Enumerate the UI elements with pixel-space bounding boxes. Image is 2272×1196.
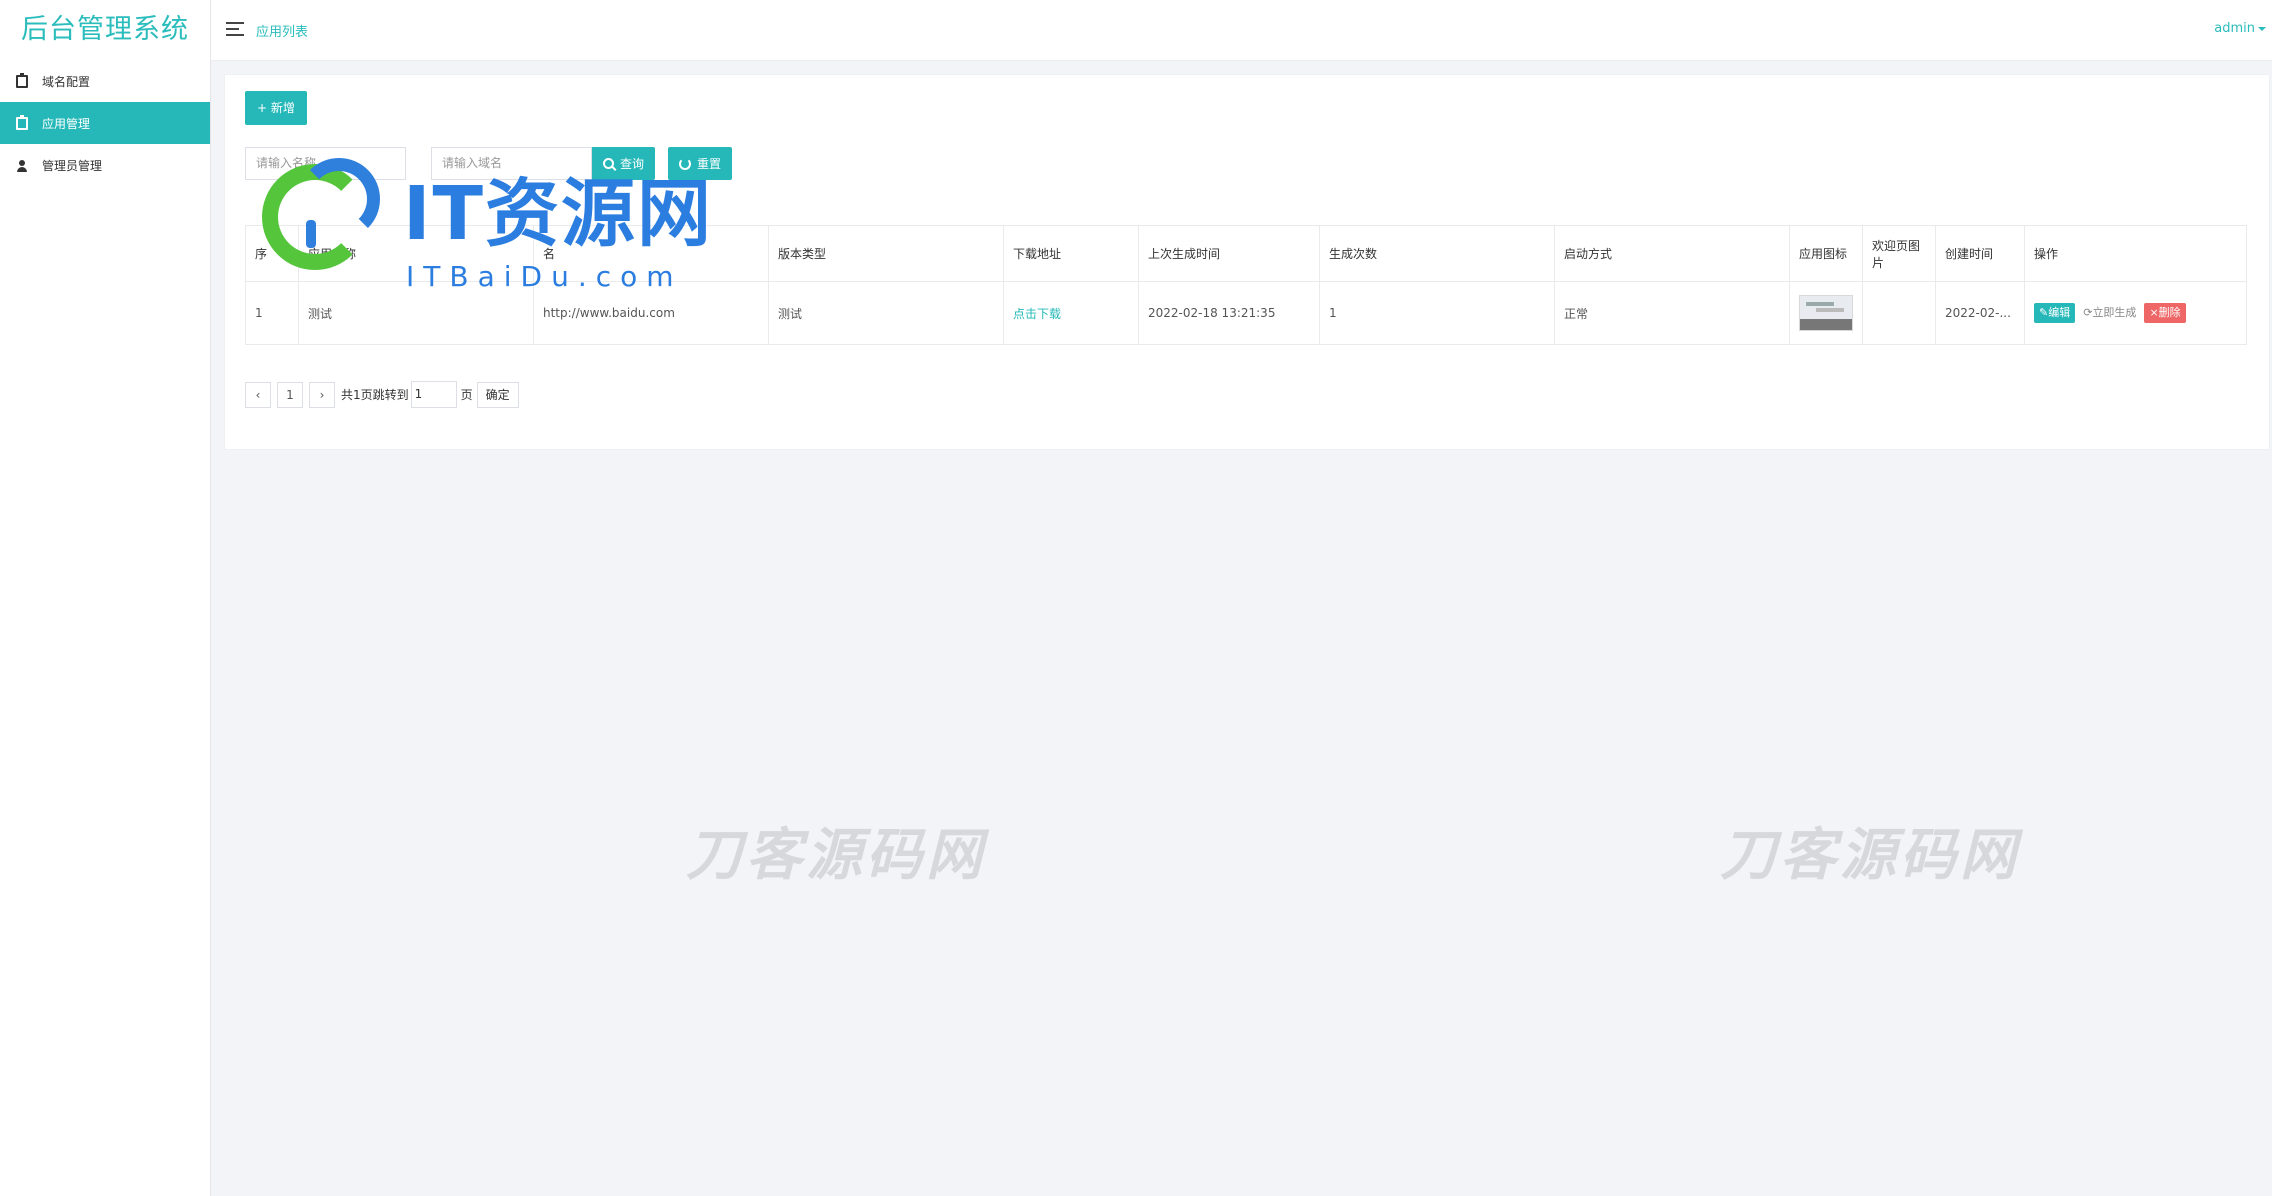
cell-actions: ✎编辑 ⟳立即生成 ×删除	[2024, 281, 2247, 345]
user-icon	[16, 159, 28, 172]
download-link[interactable]: 点击下载	[1013, 307, 1061, 321]
cell-launch-mode: 正常	[1554, 281, 1790, 345]
sidebar: 后台管理系统 域名配置 应用管理 管理员管理	[0, 0, 211, 1196]
watermark-logo: IT资源网 ITBaiDu.com	[258, 158, 748, 300]
col-last-generated: 上次生成时间	[1138, 225, 1320, 282]
page-1-button[interactable]: 1	[277, 381, 303, 408]
cell-download: 点击下载	[1003, 281, 1139, 345]
col-created: 创建时间	[1935, 225, 2025, 282]
menu-toggle-icon[interactable]	[226, 22, 244, 36]
col-launch-mode: 启动方式	[1554, 225, 1790, 282]
username: admin	[2214, 21, 2255, 36]
sidebar-item-domain-config[interactable]: 域名配置	[0, 60, 210, 102]
page-unit: 页	[460, 388, 473, 402]
cell-count: 1	[1319, 281, 1555, 345]
watermark-text: 刀客源码网	[1720, 823, 2020, 888]
pagination: ‹ 1 › 共1页跳转到 1 页 确定	[245, 381, 519, 408]
generate-label: 立即生成	[2092, 306, 2137, 319]
col-count: 生成次数	[1319, 225, 1555, 282]
col-version-type: 版本类型	[768, 225, 1004, 282]
watermark-subtitle: ITBaiDu.com	[406, 260, 683, 293]
caret-down-icon	[2258, 26, 2266, 31]
add-button[interactable]: + 新增	[245, 91, 307, 125]
cell-last-generated: 2022-02-18 13:21:35	[1138, 281, 1320, 345]
top-bar: 应用列表 admin	[211, 0, 2272, 61]
edit-icon: ✎	[2039, 306, 2049, 319]
sidebar-item-label: 应用管理	[42, 116, 91, 131]
logo-bar-icon	[306, 220, 316, 248]
col-welcome-image: 欢迎页图片	[1862, 225, 1936, 282]
col-download: 下载地址	[1003, 225, 1139, 282]
edit-button[interactable]: ✎编辑	[2034, 303, 2076, 323]
breadcrumb[interactable]: 应用列表	[256, 21, 308, 40]
prev-page-button[interactable]: ‹	[245, 381, 271, 408]
col-actions: 操作	[2024, 225, 2247, 282]
clipboard-icon	[16, 114, 28, 130]
sidebar-item-app-management[interactable]: 应用管理	[0, 102, 210, 144]
sidebar-item-label: 域名配置	[42, 74, 91, 89]
clipboard-icon	[16, 72, 28, 88]
goto-confirm-button[interactable]: 确定	[476, 381, 519, 408]
col-app-icon: 应用图标	[1789, 225, 1863, 282]
edit-label: 编辑	[2048, 306, 2071, 319]
next-page-button[interactable]: ›	[309, 381, 335, 408]
watermark-title: IT资源网	[403, 171, 714, 257]
user-menu[interactable]: admin	[2214, 21, 2266, 36]
delete-label: 删除	[2158, 306, 2181, 319]
cell-created: 2022-02-...	[1935, 281, 2025, 345]
watermark-text: 刀客源码网	[686, 823, 986, 888]
app-icon-thumbnail[interactable]	[1799, 295, 1853, 331]
generate-button[interactable]: ⟳立即生成	[2078, 303, 2142, 323]
goto-page-input[interactable]: 1	[410, 381, 457, 408]
pagination-info: 共1页跳转到	[341, 388, 409, 402]
sidebar-item-admin-management[interactable]: 管理员管理	[0, 144, 210, 186]
sidebar-item-label: 管理员管理	[42, 158, 103, 173]
cell-app-icon	[1789, 281, 1863, 345]
cell-welcome-image	[1862, 281, 1936, 345]
cell-version-type: 测试	[768, 281, 1004, 345]
delete-button[interactable]: ×删除	[2144, 303, 2186, 323]
app-title: 后台管理系统	[21, 14, 189, 45]
close-icon: ×	[2149, 306, 2159, 319]
